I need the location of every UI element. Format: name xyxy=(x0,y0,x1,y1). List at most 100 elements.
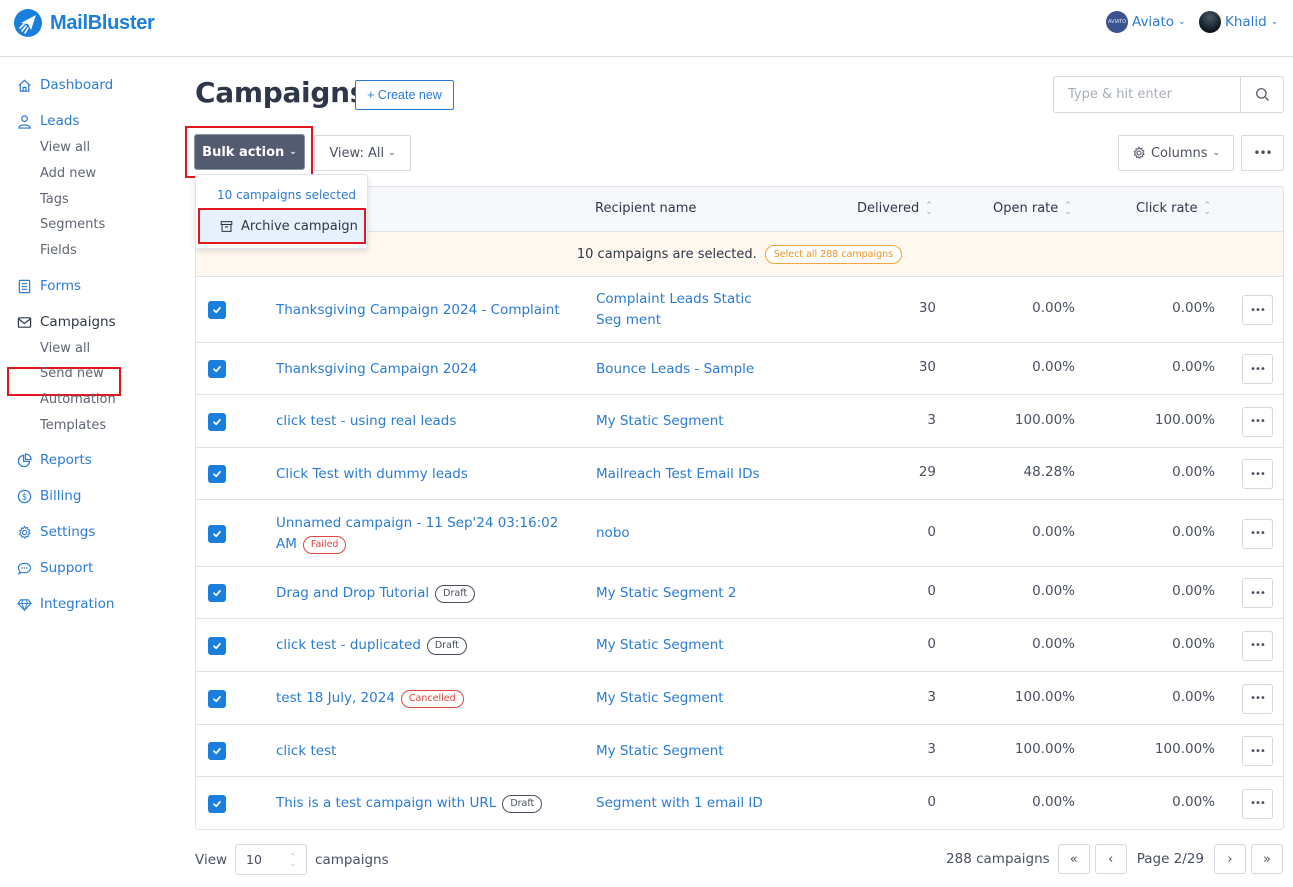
recipient-link[interactable]: My Static Segment 2 xyxy=(596,583,786,604)
row-actions-button[interactable]: ••• xyxy=(1242,354,1273,384)
column-header-recipient[interactable]: Recipient name xyxy=(595,201,696,216)
sidebar-subitem-leads-tags[interactable]: Tags xyxy=(40,192,69,207)
sidebar-item-settings[interactable]: Settings xyxy=(16,524,95,540)
recipient-link[interactable]: My Static Segment xyxy=(596,688,786,709)
recipient-link[interactable]: Complaint Leads Static Seg ment xyxy=(596,289,781,331)
row-checkbox[interactable] xyxy=(208,465,226,483)
sidebar-item-leads[interactable]: Leads xyxy=(16,113,79,129)
row-actions-button[interactable]: ••• xyxy=(1242,459,1273,489)
row-actions-button[interactable]: ••• xyxy=(1242,736,1273,766)
campaign-name-link[interactable]: Thanksgiving Campaign 2024 xyxy=(276,361,477,377)
row-checkbox[interactable] xyxy=(208,637,226,655)
recipient-link[interactable]: My Static Segment xyxy=(596,741,786,762)
column-header-click-rate[interactable]: Click rate ⌃⌄ xyxy=(1136,201,1211,216)
campaign-name-cell: This is a test campaign with URLDraft xyxy=(276,793,576,814)
sidebar-subitem-campaigns-send-new[interactable]: Send new xyxy=(40,366,104,381)
first-page-button[interactable]: « xyxy=(1058,844,1090,874)
row-checkbox[interactable] xyxy=(208,360,226,378)
campaign-name-link[interactable]: click test - using real leads xyxy=(276,413,456,429)
org-name: Aviato xyxy=(1132,14,1174,30)
ellipsis-icon: ••• xyxy=(1250,693,1265,704)
campaign-name-link[interactable]: This is a test campaign with URL xyxy=(276,795,496,811)
open-rate-value: 0.00% xyxy=(1032,794,1075,810)
chevron-down-icon: ⌄ xyxy=(289,147,297,157)
search-input[interactable] xyxy=(1054,77,1240,112)
row-checkbox[interactable] xyxy=(208,742,226,760)
select-all-button[interactable]: Select all 288 campaigns xyxy=(765,245,902,264)
row-checkbox[interactable] xyxy=(208,584,226,602)
sidebar-subitem-campaigns-templates[interactable]: Templates xyxy=(40,418,106,433)
sidebar-item-campaigns[interactable]: Campaigns xyxy=(16,314,116,330)
table-row: Thanksgiving Campaign 2024 - Complaint Co… xyxy=(196,277,1283,343)
recipient-link[interactable]: Mailreach Test Email IDs xyxy=(596,464,786,485)
view-filter-dropdown[interactable]: View: All ⌄ xyxy=(314,135,411,171)
row-checkbox[interactable] xyxy=(208,413,226,431)
bulk-action-button[interactable]: Bulk action ⌄ xyxy=(194,134,305,170)
column-header-delivered[interactable]: Delivered ⌃⌄ xyxy=(857,201,933,216)
check-icon xyxy=(212,529,222,539)
row-checkbox[interactable] xyxy=(208,795,226,813)
row-actions-button[interactable]: ••• xyxy=(1242,789,1273,819)
row-actions-button[interactable]: ••• xyxy=(1242,519,1273,549)
row-checkbox[interactable] xyxy=(208,690,226,708)
campaign-name-link[interactable]: Thanksgiving Campaign 2024 - Complaint xyxy=(276,302,560,318)
last-page-button[interactable]: » xyxy=(1251,844,1283,874)
sidebar-subitem-leads-fields[interactable]: Fields xyxy=(40,243,77,258)
campaign-name-link[interactable]: Click Test with dummy leads xyxy=(276,466,468,482)
logo[interactable]: MailBluster xyxy=(14,9,155,37)
campaign-name-link[interactable]: click test - duplicated xyxy=(276,637,421,653)
chevron-down-icon: ⌄ xyxy=(1271,17,1279,27)
recipient-link[interactable]: My Static Segment xyxy=(596,411,786,432)
status-badge: Cancelled xyxy=(401,690,464,708)
selection-notice-text: 10 campaigns are selected. xyxy=(577,247,757,262)
sidebar-item-integration[interactable]: Integration xyxy=(16,596,114,612)
prev-page-button[interactable]: ‹ xyxy=(1095,844,1127,874)
row-actions-button[interactable]: ••• xyxy=(1242,578,1273,608)
sidebar-subitem-leads-add-new[interactable]: Add new xyxy=(40,166,96,181)
sidebar-subitem-leads-view-all[interactable]: View all xyxy=(40,140,90,155)
column-header-open-rate[interactable]: Open rate ⌃⌄ xyxy=(993,201,1072,216)
sidebar-item-forms[interactable]: Forms xyxy=(16,278,81,294)
row-checkbox[interactable] xyxy=(208,301,226,319)
sidebar-subitem-campaigns-view-all[interactable]: View all xyxy=(40,341,90,356)
archive-campaign-menu-item[interactable]: Archive campaign xyxy=(198,208,366,244)
row-actions-button[interactable]: ••• xyxy=(1242,684,1273,714)
more-options-button[interactable]: ••• xyxy=(1241,135,1284,171)
campaign-name-link[interactable]: Drag and Drop Tutorial xyxy=(276,585,429,601)
org-switcher[interactable]: AVIATO Aviato ⌄ xyxy=(1106,11,1186,33)
recipient-link[interactable]: nobo xyxy=(596,523,786,544)
sidebar-item-support[interactable]: Support xyxy=(16,560,93,576)
per-page-input[interactable]: 10 ⌃⌄ xyxy=(235,844,307,875)
campaign-name-link[interactable]: click test xyxy=(276,743,336,759)
open-rate-value: 100.00% xyxy=(1015,412,1075,428)
user-avatar xyxy=(1199,11,1221,33)
campaign-name-link[interactable]: test 18 July, 2024 xyxy=(276,690,395,706)
user-menu[interactable]: Khalid ⌄ xyxy=(1199,11,1278,33)
sidebar-item-reports[interactable]: Reports xyxy=(16,452,92,468)
sort-icon: ⌃⌄ xyxy=(1204,203,1212,215)
delivered-value: 0 xyxy=(927,524,936,540)
campaign-name-cell: click test xyxy=(276,741,576,762)
row-checkbox[interactable] xyxy=(208,525,226,543)
delivered-value: 0 xyxy=(927,583,936,599)
table-row: Unnamed campaign - 11 Sep'24 03:16:02 AM… xyxy=(196,500,1283,567)
status-badge: Draft xyxy=(427,637,467,655)
delivered-value: 3 xyxy=(927,412,936,428)
row-actions-button[interactable]: ••• xyxy=(1242,295,1273,325)
recipient-link[interactable]: Bounce Leads - Sample xyxy=(596,359,786,380)
recipient-link[interactable]: Segment with 1 email ID xyxy=(596,793,786,814)
row-actions-button[interactable]: ••• xyxy=(1242,407,1273,437)
create-new-button[interactable]: + Create new xyxy=(355,80,454,110)
recipient-link[interactable]: My Static Segment xyxy=(596,635,786,656)
gear-icon xyxy=(16,524,32,540)
sidebar-subitem-campaigns-automation[interactable]: Automation xyxy=(40,392,116,407)
columns-button[interactable]: Columns ⌄ xyxy=(1118,135,1234,171)
click-rate-value: 0.00% xyxy=(1172,300,1215,316)
search-button[interactable] xyxy=(1240,77,1283,112)
sidebar-item-billing[interactable]: $ Billing xyxy=(16,488,81,504)
sidebar-subitem-leads-segments[interactable]: Segments xyxy=(40,217,105,232)
next-page-button[interactable]: › xyxy=(1214,844,1246,874)
sidebar-item-dashboard[interactable]: Dashboard xyxy=(16,77,113,93)
row-actions-button[interactable]: ••• xyxy=(1242,631,1273,661)
check-icon xyxy=(212,746,222,756)
